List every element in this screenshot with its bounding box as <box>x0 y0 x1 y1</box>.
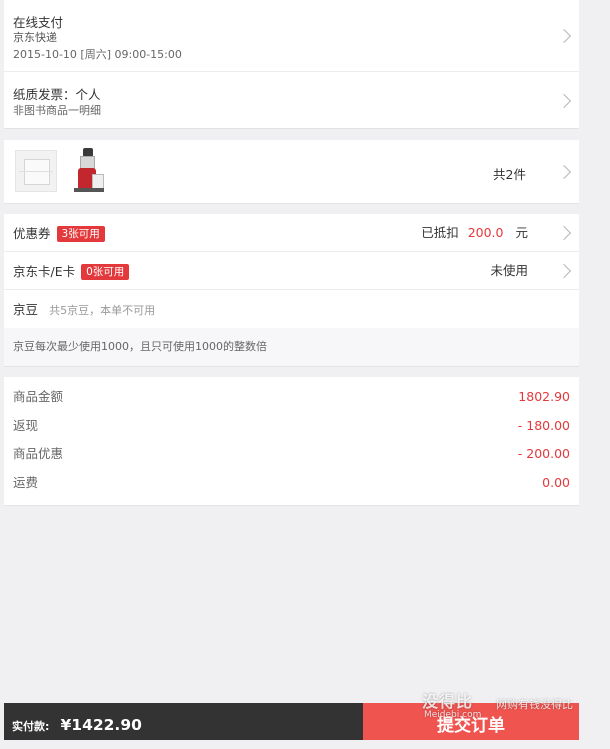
watermark-main: 没得比 <box>422 692 474 711</box>
coupon-amount: 200.0 <box>467 225 504 240</box>
chevron-right-icon <box>556 28 572 44</box>
summary-row: 商品优惠 - 200.00 <box>4 440 579 469</box>
coupon-deduction-prefix: 已抵扣 <box>421 225 459 240</box>
invoice-title: 纸质发票：个人 <box>13 87 101 102</box>
card-status: 未使用 <box>490 263 528 278</box>
bean-note: 共5京豆，本单不可用 <box>49 304 156 317</box>
watermark-domain: Meidebi.com <box>424 710 482 720</box>
checkout-page: 在线支付 京东快递 2015-10-10 [周六] 09:00-15:00 纸质… <box>4 0 579 506</box>
invoice-detail: 非图书商品一明细 <box>13 104 101 117</box>
bean-label: 京豆 <box>13 302 39 317</box>
shipping-method: 京东快递 <box>13 31 57 44</box>
chevron-right-icon <box>556 225 572 241</box>
product-count: 共2件 <box>493 167 526 182</box>
total-label: 实付款: <box>12 720 50 733</box>
delivery-invoice-section: 在线支付 京东快递 2015-10-10 [周六] 09:00-15:00 纸质… <box>4 0 579 129</box>
price-summary: 商品金额 1802.90 返现 - 180.00 商品优惠 - 200.00 运… <box>4 377 579 506</box>
bean-row: 京豆 共5京豆，本单不可用 <box>4 290 579 328</box>
total-value: ¥1422.90 <box>60 716 142 734</box>
summary-row: 返现 - 180.00 <box>4 412 579 441</box>
summary-value: 0.00 <box>542 474 570 490</box>
summary-row: 商品金额 1802.90 <box>4 383 579 412</box>
total-area: 实付款: ¥1422.90 <box>4 703 363 740</box>
delivery-time: 2015-10-10 [周六] 09:00-15:00 <box>13 48 182 61</box>
chevron-right-icon <box>556 93 572 109</box>
coupon-unit: 元 <box>515 225 528 240</box>
summary-label: 运费 <box>13 474 39 490</box>
card-label: 京东卡/E卡 <box>13 264 76 279</box>
bean-rule-note: 京豆每次最少使用1000，且只可使用1000的整数倍 <box>4 328 579 366</box>
card-badge: 0张可用 <box>81 263 130 280</box>
summary-value: - 200.00 <box>517 446 570 461</box>
delivery-row[interactable]: 在线支付 京东快递 2015-10-10 [周六] 09:00-15:00 <box>4 0 579 72</box>
summary-value: - 180.00 <box>517 417 570 433</box>
coupon-label: 优惠券 <box>13 226 51 241</box>
summary-value: 1802.90 <box>518 389 570 404</box>
product-list-row[interactable]: 共2件 <box>4 140 579 204</box>
summary-label: 商品优惠 <box>13 446 64 461</box>
summary-label: 商品金额 <box>13 389 64 404</box>
card-row[interactable]: 京东卡/E卡 0张可用 未使用 <box>4 252 579 290</box>
summary-label: 返现 <box>13 417 39 433</box>
product-thumb-juicer <box>70 148 108 194</box>
product-thumb-board <box>15 150 57 192</box>
coupon-deduction: 已抵扣 200.0 元 <box>421 214 528 252</box>
invoice-row[interactable]: 纸质发票：个人 非图书商品一明细 <box>4 72 579 128</box>
chevron-right-icon <box>556 263 572 279</box>
coupon-row[interactable]: 优惠券 3张可用 已抵扣 200.0 元 <box>4 214 579 252</box>
chevron-right-icon <box>556 164 572 180</box>
benefits-section: 优惠券 3张可用 已抵扣 200.0 元 京东卡/E卡 0张可用 未使用 京豆 共5… <box>4 214 579 367</box>
coupon-badge: 3张可用 <box>56 225 105 242</box>
site-watermark: 没得比 网购有钱没得比 Meidebi.com <box>422 688 607 720</box>
watermark-tail: 网购有钱没得比 <box>496 698 573 711</box>
summary-row: 运费 0.00 <box>4 469 579 498</box>
